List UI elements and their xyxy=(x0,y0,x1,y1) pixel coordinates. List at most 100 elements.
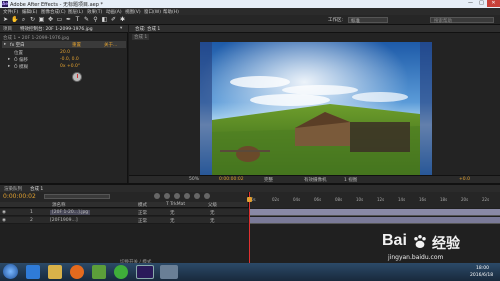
composition-subtab[interactable]: 合成 1 xyxy=(132,34,150,40)
panel-menu-icon[interactable]: ▾ xyxy=(120,26,122,31)
layer-mode-select[interactable]: 正常 xyxy=(138,210,147,216)
layer-name[interactable]: [20F 1-20...].jpg xyxy=(50,210,91,215)
search-help-input[interactable]: 搜索帮助 xyxy=(430,17,494,24)
mask-tool-icon[interactable]: ▭ xyxy=(56,17,63,23)
ruler-tick: 12s xyxy=(377,197,385,202)
start-button-icon[interactable] xyxy=(3,264,18,279)
timeline-columns: 源名称 模式 T TrkMat 父级 xyxy=(0,202,248,208)
tab-effect-controls[interactable]: 特效控制台: 20F 1-2099-1976.jpg xyxy=(20,26,93,32)
timeline-tabs: 渲染队列 合成 1 xyxy=(0,185,500,192)
pen-tool-icon[interactable]: ✒ xyxy=(65,17,72,23)
playhead-handle-icon[interactable] xyxy=(247,197,252,202)
zoom-select[interactable]: 50% xyxy=(189,177,199,182)
expand-arrow-icon[interactable]: ▸ xyxy=(4,42,6,47)
watermark-brand-jingyan: 经验 xyxy=(432,236,460,252)
ruler-tick: 10s xyxy=(356,197,364,202)
position-value[interactable]: 20.0 xyxy=(60,50,70,55)
motion-blur-icon[interactable] xyxy=(194,193,200,199)
workspace-value: 标准 xyxy=(351,19,360,24)
composition-viewer-image[interactable] xyxy=(200,42,432,176)
text-tool-icon[interactable]: T xyxy=(74,17,81,23)
about-link[interactable]: 关于... xyxy=(104,42,117,48)
selection-tool-icon[interactable]: ➤ xyxy=(2,17,9,23)
playhead[interactable] xyxy=(249,192,250,265)
shy-layers-icon[interactable] xyxy=(174,193,180,199)
left-panel-tabs: 项目 特效控制台: 20F 1-2099-1976.jpg ▾ xyxy=(0,25,128,33)
layer-duration-bar[interactable] xyxy=(249,209,500,216)
camera-tool-icon[interactable]: ▣ xyxy=(38,17,45,23)
offset-value[interactable]: -0.0, 0.0 xyxy=(60,57,79,62)
expand-arrow-icon[interactable]: ▸ xyxy=(8,57,10,62)
visibility-eye-icon[interactable]: ◉ xyxy=(2,210,6,215)
layer-parent-select[interactable]: 无 xyxy=(210,218,215,224)
tab-project[interactable]: 项目 xyxy=(3,26,12,32)
ae-app-icon: Ae xyxy=(2,1,8,7)
effect-name: fx 空白 xyxy=(10,43,25,48)
time-ruler[interactable]: 0s 02s 04s 06s 08s 10s 12s 14s 16s 18s 2… xyxy=(248,192,500,208)
search-placeholder: 搜索帮助 xyxy=(434,19,452,24)
expand-arrow-icon[interactable]: ▸ xyxy=(8,64,10,69)
after-effects-taskbar-icon[interactable] xyxy=(136,265,154,279)
puppet-tool-icon[interactable]: ✱ xyxy=(119,17,126,23)
ruler-tick: 06s xyxy=(314,197,322,202)
draft-3d-icon[interactable] xyxy=(164,193,170,199)
timeline-search-input[interactable] xyxy=(44,194,110,199)
firefox-icon[interactable] xyxy=(70,265,84,279)
layer-row[interactable]: ◉ 2 [20F1909...] 正常 无 无 xyxy=(0,217,248,224)
brush-tool-icon[interactable]: ✎ xyxy=(83,17,90,23)
layer-number: 2 xyxy=(30,218,33,223)
window-title: Adobe After Effects - 无标题项目.aep * xyxy=(10,2,103,8)
workspace-select[interactable]: 标准 xyxy=(348,17,388,24)
frame-blending-icon[interactable] xyxy=(184,193,190,199)
roto-tool-icon[interactable]: ✐ xyxy=(110,17,117,23)
position-label: 位置 xyxy=(14,51,23,56)
layer-number: 1 xyxy=(30,210,33,215)
ie-browser-icon[interactable] xyxy=(26,265,40,279)
layer-duration-bar[interactable] xyxy=(249,217,500,224)
workspace-label: 工作区: xyxy=(328,18,344,23)
maximize-button[interactable]: □ xyxy=(476,0,487,7)
ruler-tick: 22s xyxy=(482,197,490,202)
baidu-jingyan-watermark: Bai 经验 jingyan.baidu.com xyxy=(382,232,500,276)
app-icon[interactable] xyxy=(92,265,106,279)
exposure-value[interactable]: +0.0 xyxy=(459,177,470,182)
current-time[interactable]: 0:00:00:02 xyxy=(219,177,244,182)
layer-name[interactable]: [20F1909...] xyxy=(50,218,78,223)
window-taskbar-icon[interactable] xyxy=(160,265,178,279)
col-source-name: 源名称 xyxy=(52,203,66,208)
eraser-tool-icon[interactable]: ◧ xyxy=(101,17,108,23)
effect-controls-panel: 项目 特效控制台: 20F 1-2099-1976.jpg ▾ 合成 1 • 2… xyxy=(0,25,128,183)
timecode[interactable]: 0:00:00:02 xyxy=(3,193,36,200)
composition-panel: 合成: 合成 1 合成 1 50% 0:00:00:02 完整 有效摄像机 1 … xyxy=(129,25,500,183)
watermark-url: jingyan.baidu.com xyxy=(388,254,444,261)
layer-trkmat-select[interactable]: 无 xyxy=(170,218,175,224)
clone-tool-icon[interactable]: ⚲ xyxy=(92,17,99,23)
offset-label: Ŏ 偏移 xyxy=(14,58,28,63)
ruler-tick: 18s xyxy=(440,197,448,202)
reset-link[interactable]: 重置 xyxy=(72,42,81,48)
tab-composition[interactable]: 合成: 合成 1 xyxy=(135,26,160,32)
comp-flowchart-icon[interactable] xyxy=(154,193,160,199)
angle-dial-needle xyxy=(77,74,78,78)
baidu-paw-logo xyxy=(414,235,426,248)
rotate-tool-icon[interactable]: ↻ xyxy=(29,17,36,23)
close-button[interactable]: ✕ xyxy=(487,0,500,7)
file-explorer-icon[interactable] xyxy=(48,265,62,279)
pan-behind-tool-icon[interactable]: ✥ xyxy=(47,17,54,23)
menu-bar: 文件(F) 编辑(E) 图像合成(C) 图层(L) 效果(T) 动画(A) 视图… xyxy=(0,8,500,15)
layer-parent-select[interactable]: 无 xyxy=(210,210,215,216)
layer-row[interactable]: ◉ 1 [20F 1-20...].jpg 正常 无 无 xyxy=(0,209,248,216)
wechat-icon[interactable] xyxy=(114,265,128,279)
ruler-tick: 04s xyxy=(293,197,301,202)
layer-mode-select[interactable]: 正常 xyxy=(138,218,147,224)
visibility-eye-icon[interactable]: ◉ xyxy=(2,218,6,223)
ruler-tick: 14s xyxy=(398,197,406,202)
angle-dial[interactable] xyxy=(72,72,82,82)
hand-tool-icon[interactable]: ✋ xyxy=(11,17,18,23)
minimize-button[interactable]: — xyxy=(465,0,476,7)
blur-value[interactable]: 0x +0.0° xyxy=(60,64,80,69)
zoom-tool-icon[interactable]: ⌕ xyxy=(20,17,27,23)
graph-editor-icon[interactable] xyxy=(204,193,210,199)
layer-trkmat-select[interactable]: 无 xyxy=(170,210,175,216)
tools-toolbar: ➤ ✋ ⌕ ↻ ▣ ✥ ▭ ✒ T ✎ ⚲ ◧ ✐ ✱ 工作区: 标准 搜索帮助 xyxy=(0,15,500,25)
